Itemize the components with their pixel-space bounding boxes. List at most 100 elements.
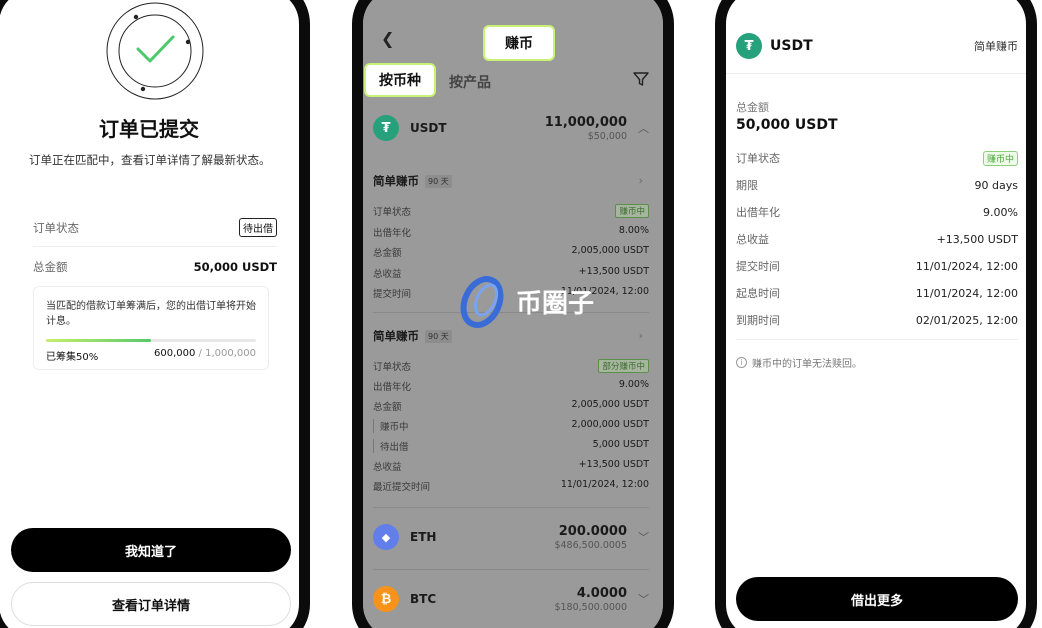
coin-name: USDT bbox=[770, 38, 813, 54]
watermark-logo-icon bbox=[460, 276, 504, 328]
detail-header: ₮ USDT 简单赚币 bbox=[736, 33, 1018, 59]
coin-amount: 11,000,000 bbox=[544, 114, 627, 130]
tab-by-coin[interactable]: 按币种 bbox=[364, 63, 436, 97]
usdt-icon: ₮ bbox=[736, 33, 762, 59]
product-card-title[interactable]: 简单赚币 90 天 bbox=[373, 173, 452, 189]
detail-row: 订单状态 赚币中 bbox=[373, 204, 649, 218]
coin-usd-value: $180,500.0000 bbox=[554, 601, 627, 613]
progress-bar bbox=[46, 339, 256, 342]
back-icon[interactable]: ❮ bbox=[381, 29, 394, 48]
divider bbox=[33, 246, 277, 247]
coin-name: BTC bbox=[410, 592, 437, 606]
detail-label: 总金额 bbox=[373, 248, 402, 259]
product-card-title[interactable]: 简单赚币 90 天 bbox=[373, 328, 452, 344]
detail-row: 赚币中 2,000,000 USDT bbox=[373, 419, 649, 433]
detail-row: 待出借 5,000 USDT bbox=[373, 439, 649, 453]
detail-label: 总收益 bbox=[736, 233, 769, 246]
chevron-up-icon[interactable]: ︿ bbox=[638, 120, 649, 136]
detail-row: 起息时间 11/01/2024, 12:00 bbox=[736, 285, 1018, 301]
page-title: 订单已提交 bbox=[99, 117, 199, 141]
chevron-right-icon[interactable]: › bbox=[639, 174, 643, 187]
detail-label: 出借年化 bbox=[373, 227, 412, 239]
earn-list-screen: ❮ 赚币 按币种 按产品 ₮ USDT 11,000,000 $50,000 ︿… bbox=[363, 0, 663, 628]
phone-earn-list: ❮ 赚币 按币种 按产品 ₮ USDT 11,000,000 $50,000 ︿… bbox=[352, 0, 674, 628]
term-badge: 90 天 bbox=[425, 174, 452, 188]
tab-by-product[interactable]: 按产品 bbox=[449, 72, 491, 92]
total-amount-value: 50,000 USDT bbox=[193, 260, 277, 274]
product-name: 简单赚币 bbox=[373, 329, 419, 343]
detail-label: 总金额 bbox=[373, 402, 402, 413]
total-amount-value: 50,000 USDT bbox=[736, 117, 838, 133]
coin-amount: 200.0000 bbox=[558, 523, 627, 539]
status-badge: 赚币中 bbox=[615, 204, 649, 218]
coin-name: USDT bbox=[410, 121, 447, 135]
detail-label: 提交时间 bbox=[736, 260, 780, 273]
order-status-badge: 待出借 bbox=[239, 218, 277, 237]
detail-label: 总收益 bbox=[373, 268, 402, 280]
detail-value: 2,005,000 USDT bbox=[571, 399, 649, 410]
funding-progress-card: 当匹配的借款订单筹满后，您的出借订单将开始计息。 已筹集50% 600,000 … bbox=[33, 286, 269, 370]
detail-row: 订单状态 赚币中 bbox=[736, 150, 1018, 166]
progress-current: 600,000 bbox=[154, 348, 196, 359]
detail-row: 总金额 2,005,000 USDT bbox=[373, 399, 649, 413]
page-subtitle: 订单正在匹配中，查看订单详情了解最新状态。 bbox=[29, 153, 271, 167]
detail-value: 9.00% bbox=[618, 379, 649, 390]
detail-label: 期限 bbox=[736, 179, 758, 192]
detail-row: 期限 90 days bbox=[736, 177, 1018, 193]
detail-label: 出借年化 bbox=[736, 206, 780, 219]
progress-fill bbox=[46, 339, 151, 342]
info-icon: i bbox=[736, 357, 747, 368]
funding-info-text: 当匹配的借款订单筹满后，您的出借订单将开始计息。 bbox=[46, 301, 256, 327]
order-submitted-screen: 订单已提交 订单正在匹配中，查看订单详情了解最新状态。 订单状态 待出借 总金额… bbox=[0, 0, 299, 628]
btc-icon: ₿ bbox=[373, 586, 399, 612]
page-title: 赚币 bbox=[483, 25, 555, 61]
detail-value: 8.00% bbox=[618, 224, 649, 236]
order-detail-screen: ₮ USDT 简单赚币 总金额 50,000 USDT 订单状态 赚币中 期限 90 … bbox=[726, 0, 1026, 628]
detail-row: 订单状态 部分赚币中 bbox=[373, 359, 649, 373]
total-amount-label: 总金额 bbox=[736, 101, 769, 114]
filter-icon[interactable] bbox=[633, 71, 649, 87]
chevron-down-icon[interactable]: ﹀ bbox=[638, 591, 649, 607]
got-it-button[interactable]: 我知道了 bbox=[11, 528, 291, 572]
detail-row: 到期时间 02/01/2025, 12:00 bbox=[736, 312, 1018, 328]
detail-row: 总收益 +13,500 USDT bbox=[736, 231, 1018, 247]
detail-label: 待出借 bbox=[373, 439, 409, 453]
coin-row-btc[interactable]: ₿ BTC 4.0000 $180,500.0000 ﹀ bbox=[373, 586, 651, 613]
detail-value: 11/01/2024, 12:00 bbox=[915, 286, 1018, 300]
detail-value: +13,500 USDT bbox=[936, 232, 1018, 246]
detail-label: 订单状态 bbox=[373, 207, 412, 218]
divider bbox=[736, 339, 1018, 340]
detail-value: 02/01/2025, 12:00 bbox=[915, 313, 1018, 327]
coin-row-eth[interactable]: ◆ ETH 200.0000 $486,500.0005 ﹀ bbox=[373, 523, 651, 551]
view-order-details-button[interactable]: 查看订单详情 bbox=[11, 582, 291, 626]
chevron-right-icon[interactable]: › bbox=[639, 329, 643, 342]
phone-order-detail: ₮ USDT 简单赚币 总金额 50,000 USDT 订单状态 赚币中 期限 90 … bbox=[715, 0, 1037, 628]
redeem-note-text: 赚币中的订单无法赎回。 bbox=[752, 359, 862, 370]
divider bbox=[373, 507, 649, 508]
detail-row: 出借年化 8.00% bbox=[373, 225, 649, 239]
detail-row: 出借年化 9.00% bbox=[736, 204, 1018, 220]
divider bbox=[726, 73, 1026, 74]
redeem-note: i 赚币中的订单无法赎回。 bbox=[736, 355, 862, 370]
detail-label: 订单状态 bbox=[373, 362, 412, 373]
divider bbox=[373, 569, 649, 570]
detail-row: 总金额 2,005,000 USDT bbox=[373, 245, 649, 259]
progress-total: / 1,000,000 bbox=[195, 348, 256, 359]
product-name: 简单赚币 bbox=[974, 40, 1018, 53]
detail-label: 提交时间 bbox=[373, 289, 412, 300]
detail-label: 赚币中 bbox=[373, 419, 409, 433]
detail-label: 订单状态 bbox=[736, 152, 780, 165]
detail-value: +13,500 USDT bbox=[578, 459, 649, 470]
order-status-row: 订单状态 待出借 bbox=[33, 218, 277, 237]
phone-order-submitted: 订单已提交 订单正在匹配中，查看订单详情了解最新状态。 订单状态 待出借 总金额… bbox=[0, 0, 310, 628]
detail-label: 最近提交时间 bbox=[373, 482, 431, 493]
lend-more-button[interactable]: 借出更多 bbox=[736, 577, 1018, 621]
product-name: 简单赚币 bbox=[373, 174, 419, 188]
coin-name: ETH bbox=[410, 530, 437, 544]
detail-value: 11/01/2024, 12:00 bbox=[560, 479, 649, 490]
detail-label: 到期时间 bbox=[736, 314, 780, 327]
coin-row-usdt[interactable]: ₮ USDT 11,000,000 $50,000 ︿ bbox=[373, 114, 651, 142]
coin-usd-value: $50,000 bbox=[587, 130, 627, 142]
chevron-down-icon[interactable]: ﹀ bbox=[638, 529, 649, 545]
detail-label: 总收益 bbox=[373, 462, 402, 473]
